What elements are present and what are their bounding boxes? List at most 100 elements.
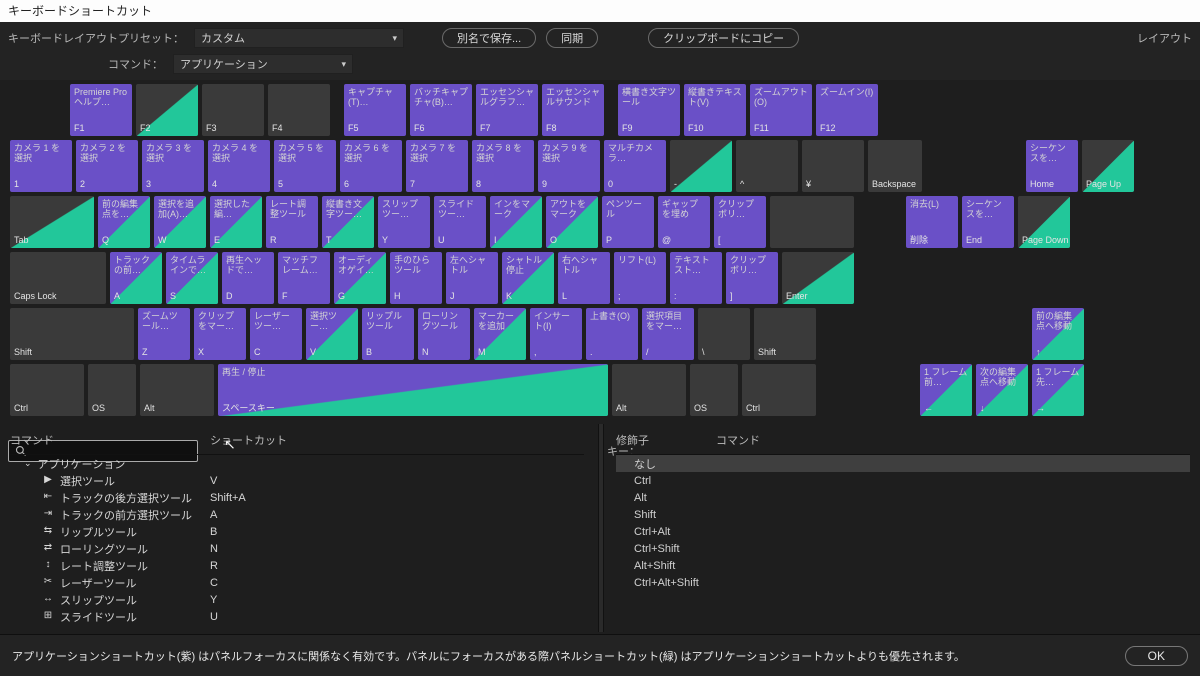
key--[interactable]: - (670, 140, 732, 192)
key-[[interactable]: クリップボリ…[ (714, 196, 766, 248)
key-Shift[interactable]: Shift (754, 308, 816, 360)
key-F[interactable]: マッチフレーム…F (278, 252, 330, 304)
modifier-row[interactable]: Shift (616, 506, 1190, 523)
tree-root-application[interactable]: ⌄ アプリケーション (10, 455, 584, 472)
key-@[interactable]: ギャップを埋め@ (658, 196, 710, 248)
key-U[interactable]: スライドツー…U (434, 196, 486, 248)
command-row[interactable]: ⇄ローリングツールN (10, 540, 584, 557)
key-W[interactable]: 選択を追加(A)…W (154, 196, 206, 248)
modifier-row[interactable]: Alt+Shift (616, 557, 1190, 574)
command-row[interactable]: ⇆リップルツールB (10, 523, 584, 540)
key-X[interactable]: クリップをマー…X (194, 308, 246, 360)
key-\[interactable]: \ (698, 308, 750, 360)
key-7[interactable]: カメラ 7 を選択7 (406, 140, 468, 192)
key-→[interactable]: 1 フレーム先…→ (1032, 364, 1084, 416)
key-K[interactable]: シャトル停止K (502, 252, 554, 304)
key-R[interactable]: レート調整ツールR (266, 196, 318, 248)
key-3[interactable]: カメラ 3 を選択3 (142, 140, 204, 192)
key-L[interactable]: 右へシャトルL (558, 252, 610, 304)
key-^[interactable]: ^ (736, 140, 798, 192)
key-F12[interactable]: ズームイン(I)F12 (816, 84, 878, 136)
key-F4[interactable]: F4 (268, 84, 330, 136)
key-V[interactable]: 選択ツー…V (306, 308, 358, 360)
command-row[interactable]: ↕レート調整ツールR (10, 557, 584, 574)
key-F6[interactable]: バッチキャプチャ(B)…F6 (410, 84, 472, 136)
key-Q[interactable]: 前の編集点を…Q (98, 196, 150, 248)
key-6[interactable]: カメラ 6 を選択6 (340, 140, 402, 192)
key-F7[interactable]: エッセンシャルグラフ…F7 (476, 84, 538, 136)
key-C[interactable]: レーザーツー…C (250, 308, 302, 360)
key-T[interactable]: 縦書き文字ツー…T (322, 196, 374, 248)
key-/[interactable]: 選択項目をマー…/ (642, 308, 694, 360)
command-row[interactable]: ⇤トラックの後方選択ツールShift+A (10, 489, 584, 506)
key-Z[interactable]: ズームツール…Z (138, 308, 190, 360)
key-F11[interactable]: ズームアウト(O)F11 (750, 84, 812, 136)
key-P[interactable]: ペンツールP (602, 196, 654, 248)
key-M[interactable]: マーカーを追加M (474, 308, 526, 360)
key-F10[interactable]: 縦書きテキスト(V)F10 (684, 84, 746, 136)
key-8[interactable]: カメラ 8 を選択8 (472, 140, 534, 192)
preset-select[interactable]: カスタム ▾ (194, 28, 404, 48)
modifier-row[interactable]: Ctrl+Alt+Shift (616, 574, 1190, 591)
key-J[interactable]: 左へシャトルJ (446, 252, 498, 304)
command-select[interactable]: アプリケーション ▾ (173, 54, 353, 74)
key-Alt[interactable]: Alt (140, 364, 214, 416)
modifier-row[interactable]: Ctrl (616, 472, 1190, 489)
key-Y[interactable]: スリップツー…Y (378, 196, 430, 248)
key-S[interactable]: タイムラインで…S (166, 252, 218, 304)
key-D[interactable]: 再生ヘッドで…D (222, 252, 274, 304)
key-↓[interactable]: 次の編集点へ移動↓ (976, 364, 1028, 416)
key-F1[interactable]: Premiere Pro ヘルプ…F1 (70, 84, 132, 136)
copy-to-clipboard-button[interactable]: クリップボードにコピー (648, 28, 799, 48)
modifier-row[interactable]: なし (616, 455, 1190, 472)
key-][interactable]: クリップボリ…] (726, 252, 778, 304)
key-blank[interactable] (770, 196, 854, 248)
modifier-row[interactable]: Ctrl+Alt (616, 523, 1190, 540)
key-H[interactable]: 手のひらツールH (390, 252, 442, 304)
key-:[interactable]: テキストスト…: (670, 252, 722, 304)
key-F3[interactable]: F3 (202, 84, 264, 136)
command-row[interactable]: ✂レーザーツールC (10, 574, 584, 591)
key-;[interactable]: リフト(L); (614, 252, 666, 304)
key-,[interactable]: インサート(I), (530, 308, 582, 360)
key-Home[interactable]: シーケンスを…Home (1026, 140, 1078, 192)
key-←[interactable]: 1 フレーム前…← (920, 364, 972, 416)
sync-button[interactable]: 同期 (546, 28, 598, 48)
key-B[interactable]: リップルツールB (362, 308, 414, 360)
key-Page Up[interactable]: Page Up (1082, 140, 1134, 192)
key-5[interactable]: カメラ 5 を選択5 (274, 140, 336, 192)
key-Ctrl[interactable]: Ctrl (10, 364, 84, 416)
command-row[interactable]: ▶選択ツールV (10, 472, 584, 489)
key-2[interactable]: カメラ 2 を選択2 (76, 140, 138, 192)
key-End[interactable]: シーケンスを…End (962, 196, 1014, 248)
key-Tab[interactable]: Tab (10, 196, 94, 248)
key-F2[interactable]: F2 (136, 84, 198, 136)
key-F8[interactable]: エッセンシャルサウンドF8 (542, 84, 604, 136)
key-0[interactable]: マルチカメラ…0 (604, 140, 666, 192)
key-スペースキー[interactable]: 再生 / 停止スペースキー (218, 364, 608, 416)
key-E[interactable]: 選択した編…E (210, 196, 262, 248)
key-Ctrl[interactable]: Ctrl (742, 364, 816, 416)
command-row[interactable]: ⊞スライドツールU (10, 608, 584, 625)
key-Caps Lock[interactable]: Caps Lock (10, 252, 106, 304)
key-I[interactable]: インをマークI (490, 196, 542, 248)
command-row[interactable]: ⇥トラックの前方選択ツールA (10, 506, 584, 523)
key-.[interactable]: 上書き(O). (586, 308, 638, 360)
key-↑[interactable]: 前の編集点へ移動↑ (1032, 308, 1084, 360)
save-as-button[interactable]: 別名で保存... (442, 28, 536, 48)
key-OS[interactable]: OS (88, 364, 136, 416)
modifier-row[interactable]: Ctrl+Shift (616, 540, 1190, 557)
key-¥[interactable]: ¥ (802, 140, 864, 192)
key-OS[interactable]: OS (690, 364, 738, 416)
command-row[interactable]: ↔スリップツールY (10, 591, 584, 608)
key-9[interactable]: カメラ 9 を選択9 (538, 140, 600, 192)
key-Alt[interactable]: Alt (612, 364, 686, 416)
key-Backspace[interactable]: Backspace (868, 140, 922, 192)
key-G[interactable]: オーディオゲイ…G (334, 252, 386, 304)
key-O[interactable]: アウトをマークO (546, 196, 598, 248)
key-1[interactable]: カメラ 1 を選択1 (10, 140, 72, 192)
key-Enter[interactable]: Enter (782, 252, 854, 304)
key-F9[interactable]: 横書き文字ツールF9 (618, 84, 680, 136)
key-F5[interactable]: キャプチャ(T)…F5 (344, 84, 406, 136)
key-N[interactable]: ローリングツールN (418, 308, 470, 360)
